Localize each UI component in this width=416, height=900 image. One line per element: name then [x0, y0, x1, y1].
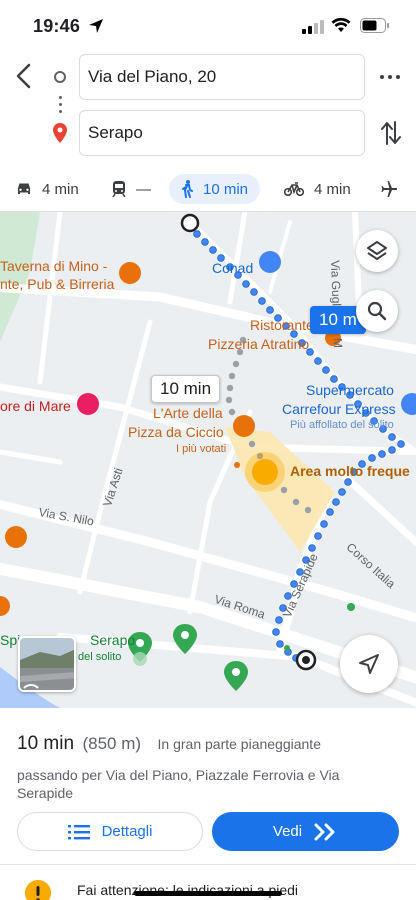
location-arrow-icon [89, 19, 103, 33]
signal-icon [302, 20, 324, 34]
tab-bike[interactable]: 4 min [284, 174, 351, 204]
back-arrow-icon[interactable] [12, 62, 36, 90]
map-label-pizzeria: Pizzeria Atratino [208, 336, 310, 352]
origin-field[interactable]: Via del Piano, 20 [79, 54, 365, 100]
more-options-button[interactable] [380, 66, 402, 88]
map-label-taverna: Taverna di Mino - [0, 258, 108, 274]
battery-icon [360, 18, 389, 33]
map-label-serapo: Serapo [90, 632, 136, 648]
map-label-mare: ore di Mare [0, 398, 71, 414]
wifi-icon [331, 17, 351, 32]
more-dots-icon [380, 75, 384, 79]
home-indicator[interactable] [134, 891, 282, 896]
recenter-button[interactable] [340, 635, 398, 693]
tab-car[interactable]: 4 min [16, 174, 79, 204]
map-label-taverna-2: nte, Pub & Birreria [0, 276, 115, 292]
swap-icon[interactable] [380, 120, 402, 146]
travel-mode-tabs: 4 min — 10 min 4 min [0, 170, 416, 210]
layers-icon [367, 241, 387, 260]
flight-icon [381, 181, 398, 197]
car-icon [18, 183, 30, 194]
navigation-arrow-icon [359, 654, 379, 674]
route-duration: 10 min [17, 733, 75, 754]
map-label-votati: I più votati [176, 443, 227, 455]
walk-time: 10 min [203, 180, 249, 198]
destination-field[interactable]: Serapo [79, 110, 365, 156]
view-route-label: Vedi [272, 823, 303, 840]
tab-walk[interactable]: 10 min [169, 174, 261, 204]
walk-icon [182, 180, 193, 198]
status-time: 19:46 [33, 16, 81, 36]
details-button[interactable]: Dettagli [17, 812, 203, 851]
origin-circle-icon [54, 71, 66, 83]
bike-time: 4 min [314, 180, 351, 198]
route-summary-sheet: 10 min (850 m) In gran parte pianeggiant… [0, 708, 416, 900]
route-time-bubble[interactable]: 10 min [151, 375, 221, 403]
map-label-ciccio: Pizza da Ciccio [128, 424, 224, 440]
transit-time: — [136, 180, 151, 198]
map-label-conad: Conad [212, 260, 254, 276]
tab-flight[interactable] [380, 174, 408, 204]
layers-button[interactable] [356, 230, 398, 272]
map-label-arte: L'Arte della [153, 405, 223, 421]
status-bar: 19:46 [0, 0, 416, 52]
car-time: 4 min [42, 180, 79, 198]
transit-icon [112, 181, 126, 197]
street-view-image [20, 638, 74, 690]
warning-icon [25, 880, 51, 900]
view-route-button[interactable]: Vedi [212, 812, 399, 851]
route-distance: (850 m) [82, 734, 142, 753]
details-label: Dettagli [101, 823, 153, 840]
bike-icon [284, 182, 304, 196]
map-view[interactable]: Taverna di Mino - nte, Pub & Birreria Co… [0, 212, 416, 708]
map-label-area: Area molto freque [290, 463, 410, 479]
map-label-affollato: Più affollato del solito [290, 419, 394, 431]
map-label-carrefour: Carrefour Express [282, 401, 396, 417]
tab-transit[interactable]: — [112, 174, 151, 204]
double-chevron-icon [314, 823, 335, 840]
map-label-ristorante: Ristorante [250, 317, 314, 333]
map-label-solito: del solito [78, 651, 122, 663]
list-icon [67, 824, 90, 839]
search-icon [367, 301, 387, 321]
route-connector [59, 96, 62, 117]
street-view-thumbnail[interactable] [18, 636, 76, 692]
route-terrain: In gran parte pianeggiante [157, 736, 321, 752]
route-via: passando per Via del Piano, Piazzale Fer… [17, 767, 340, 801]
map-label-supermercato: Supermercato [306, 382, 394, 398]
search-map-button[interactable] [356, 290, 398, 332]
destination-pin-icon [53, 123, 67, 143]
route-summary: 10 min (850 m) In gran parte pianeggiant… [17, 733, 321, 755]
sheet-divider [0, 864, 416, 865]
